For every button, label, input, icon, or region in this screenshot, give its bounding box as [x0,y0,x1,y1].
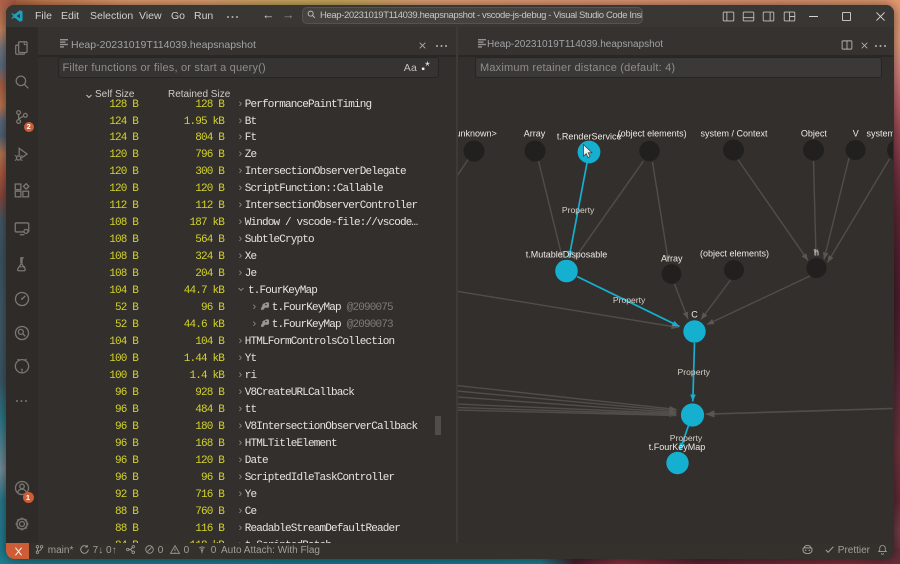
svg-text:Array: Array [661,254,683,264]
svg-text:Array: Array [523,129,545,139]
svg-text:<unknown>: <unknown> [458,129,497,139]
svg-text:(object elements): (object elements) [617,129,686,139]
svg-text:V: V [852,129,858,139]
svg-text:h: h [813,248,818,258]
svg-text:t.RenderService: t.RenderService [556,132,621,142]
svg-text:system / Context: system / Context [700,129,768,139]
svg-text:t.FourKeyMap: t.FourKeyMap [648,442,705,452]
svg-text:Property: Property [677,367,710,377]
svg-text:Object: Object [800,129,827,139]
svg-text:C: C [691,310,698,320]
svg-text:Property: Property [669,433,702,443]
svg-text:(object elements): (object elements) [699,249,768,259]
svg-text:Property: Property [612,295,645,305]
svg-text:system / C: system / C [866,129,893,139]
svg-text:t.MutableDisposable: t.MutableDisposable [525,250,607,260]
svg-text:Property: Property [561,205,594,215]
